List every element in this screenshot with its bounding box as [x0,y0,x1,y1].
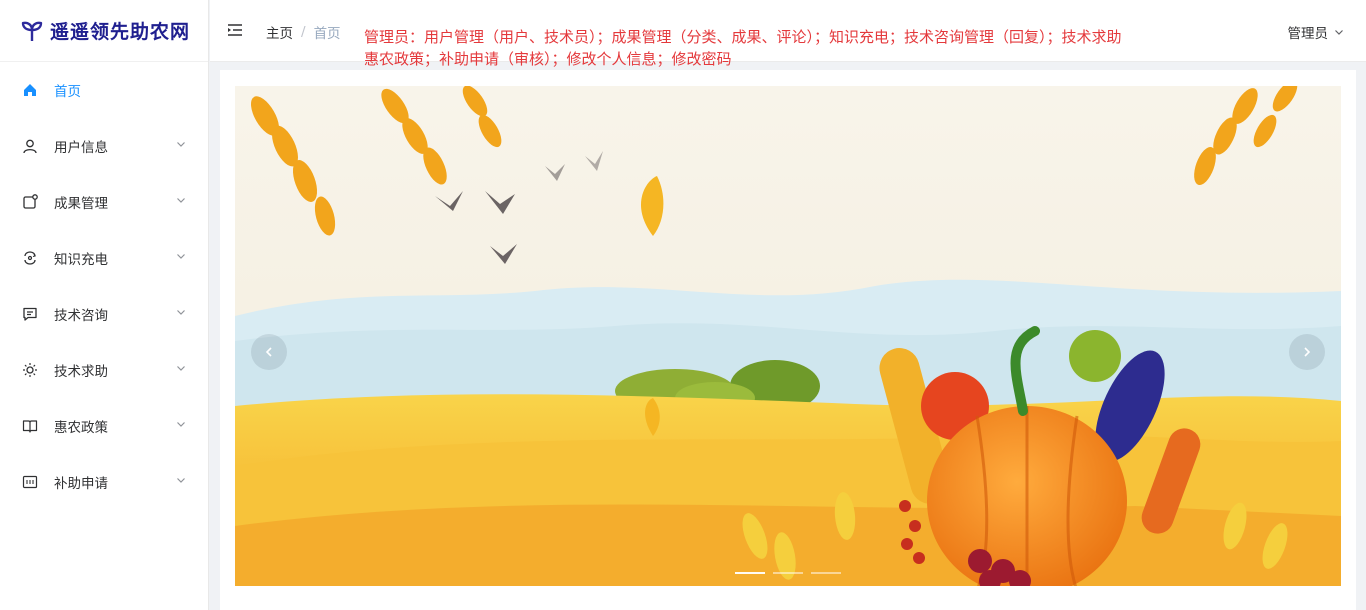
sidebar-item-achievements[interactable]: 成果管理 [0,174,208,230]
user-icon [22,138,38,154]
carousel [235,86,1341,586]
sidebar-item-label: 技术咨询 [54,308,108,324]
sidebar-item-label: 首页 [54,84,81,100]
sidebar-item-label: 补助申请 [54,476,108,492]
carousel-indicators [735,572,841,574]
carousel-prev-button[interactable] [251,334,287,370]
carousel-indicator[interactable] [735,572,765,574]
top-header: 主页 / 首页 管理员：用户管理（用户、技术员）；成果管理（分类、成果、评论）；… [210,0,1366,68]
chevron-down-icon [177,310,185,315]
user-dropdown[interactable]: 管理员 [1288,22,1345,42]
sun-icon [22,362,38,378]
sidebar-item-help[interactable]: 技术求助 [0,342,208,398]
chevron-down-icon [177,254,185,259]
sidebar-item-label: 惠农政策 [54,420,108,436]
notice-line-2: 惠农政策；补助申请（审核）；修改个人信息；修改密码 [364,50,732,68]
logo-text: 遥遥领先助农网 [50,21,191,43]
chevron-down-icon [1335,30,1343,35]
app: 遥遥领先助农网 首页 用户信息 成果管理 知识充电 技术咨询 技术求助 惠农政策… [0,0,1366,610]
permission-notice: 管理员：用户管理（用户、技术员）；成果管理（分类、成果、评论）；知识充电；技术咨… [364,26,1224,70]
user-name: 管理员 [1287,26,1329,42]
carousel-indicator[interactable] [773,572,803,574]
carousel-next-button[interactable] [1289,334,1325,370]
sidebar-item-home[interactable]: 首页 [0,62,208,118]
sidebar-item-user-info[interactable]: 用户信息 [0,118,208,174]
breadcrumb: 主页 / 首页 [266,22,341,42]
form-icon [22,474,38,490]
book-icon [22,418,38,434]
chevron-down-icon [177,198,185,203]
main-content [220,70,1356,610]
refresh-icon [22,250,38,266]
sprout-icon [20,19,44,43]
sidebar-item-knowledge[interactable]: 知识充电 [0,230,208,286]
chevron-down-icon [177,478,185,483]
sidebar-item-label: 知识充电 [54,252,108,268]
sidebar-item-label: 技术求助 [54,364,108,380]
notice-line-1: 管理员：用户管理（用户、技术员）；成果管理（分类、成果、评论）；知识充电；技术咨… [364,28,1122,46]
sidebar-menu: 首页 用户信息 成果管理 知识充电 技术咨询 技术求助 惠农政策 补助申请 [0,62,208,510]
chevron-right-icon [1304,347,1311,357]
harvest-illustration [235,86,1341,586]
chevron-down-icon [177,366,185,371]
chevron-left-icon [265,347,272,357]
breadcrumb-separator: / [301,24,306,40]
chevron-down-icon [177,422,185,427]
sidebar-item-label: 用户信息 [54,140,108,156]
chat-icon [22,306,38,322]
carousel-indicator[interactable] [811,572,841,574]
sidebar-item-subsidy[interactable]: 补助申请 [0,454,208,510]
sidebar-item-consult[interactable]: 技术咨询 [0,286,208,342]
document-icon [22,194,38,210]
breadcrumb-home[interactable]: 主页 [266,22,293,42]
breadcrumb-current: 首页 [313,26,341,42]
logo[interactable]: 遥遥领先助农网 [0,0,208,62]
menu-fold-icon[interactable] [227,22,243,38]
sidebar-item-label: 成果管理 [54,196,108,212]
home-icon [22,82,38,98]
chevron-down-icon [177,142,185,147]
sidebar: 遥遥领先助农网 首页 用户信息 成果管理 知识充电 技术咨询 技术求助 惠农政策… [0,0,209,610]
sidebar-item-policy[interactable]: 惠农政策 [0,398,208,454]
